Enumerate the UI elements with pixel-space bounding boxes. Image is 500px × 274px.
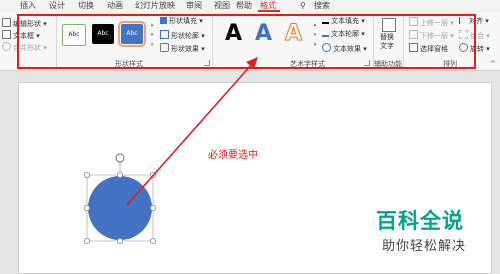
resize-handle[interactable]	[117, 171, 124, 178]
resize-handle[interactable]	[149, 237, 156, 244]
watermark-slogan: 助你轻松解决	[382, 239, 467, 254]
resize-handle[interactable]	[84, 171, 91, 178]
watermark-logo-text: 百科全说	[376, 209, 464, 233]
selected-circle-shape[interactable]	[88, 176, 152, 240]
annotation-text: 必须要选中	[208, 150, 258, 161]
resize-handle[interactable]	[117, 237, 124, 244]
resize-handle[interactable]	[84, 204, 91, 211]
pointer-arrow-head-icon	[246, 57, 258, 69]
resize-handle[interactable]	[84, 237, 91, 244]
rotation-handle-icon[interactable]	[115, 153, 125, 163]
pointer-arrow-line	[126, 63, 253, 206]
resize-handle[interactable]	[149, 204, 156, 211]
